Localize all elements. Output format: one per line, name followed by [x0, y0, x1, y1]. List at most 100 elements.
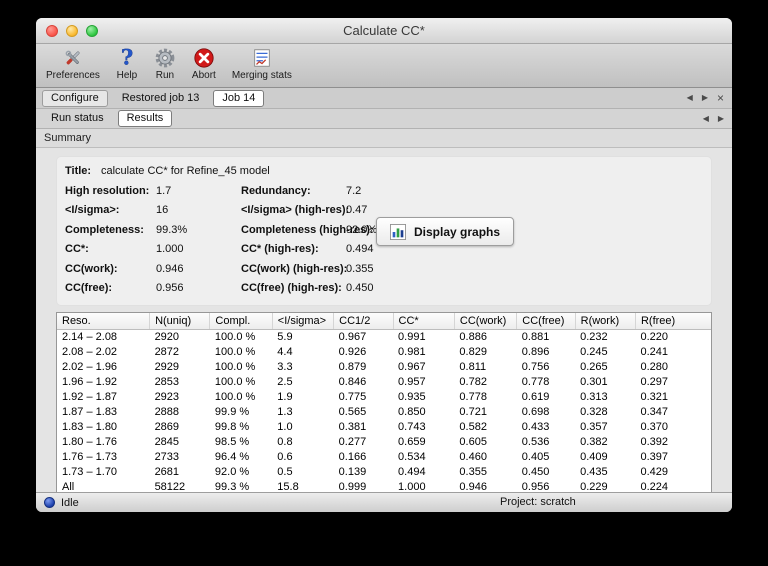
column-header-compl[interactable]: Compl.: [209, 312, 273, 330]
tab-results[interactable]: Results: [117, 110, 173, 127]
zoom-window-button[interactable]: [86, 25, 98, 37]
table-cell: 0.829: [459, 346, 487, 358]
table-row[interactable]: 2.14 – 2.08 2920 100.0 % 5.9 0.967 0.991 0.886…: [57, 330, 711, 346]
project-label: Project: scratch: [500, 496, 576, 508]
table-cell: 0.582: [459, 421, 487, 433]
column-header-r-free[interactable]: R(free): [635, 312, 711, 330]
table-cell: 0.245: [580, 346, 608, 358]
tab-close-icon[interactable]: ×: [717, 92, 724, 104]
toolbar-button-label: Abort: [191, 70, 216, 81]
table-cell: 99.9 %: [214, 406, 250, 418]
table-cell: 1.0: [277, 421, 293, 433]
table-cell: 2845: [154, 436, 180, 448]
table-row[interactable]: 2.08 – 2.02 2872 100.0 % 4.4 0.926 0.981 0.829…: [57, 345, 711, 360]
table-row[interactable]: 1.80 – 1.76 2845 98.5 % 0.8 0.277 0.659 0.605 0…: [57, 435, 711, 450]
view-tabs: Run status Results: [42, 110, 173, 127]
table-cell: 99.3 %: [214, 481, 250, 492]
column-header-cc1-2[interactable]: CC1/2: [333, 312, 394, 330]
tools-icon: [62, 47, 84, 69]
table-cell: 2929: [154, 361, 180, 373]
display-graphs-button[interactable]: Display graphs: [376, 217, 515, 246]
table-row[interactable]: All 58122 99.3 % 15.8 0.999 1.000 0.946 0.956 0.…: [57, 480, 711, 492]
table-cell: 0.957: [398, 376, 426, 388]
summary-label: Completeness:: [65, 223, 144, 236]
column-header-cc-work[interactable]: CC(work): [454, 312, 518, 330]
table-cell: 0.967: [398, 361, 426, 373]
svg-text:?: ?: [121, 47, 133, 69]
summary-value: 1.000: [156, 243, 184, 255]
summary-pane-label: Summary: [44, 132, 92, 144]
summary-label: CC* (high-res):: [241, 243, 319, 255]
table-cell: 0.297: [640, 376, 669, 388]
toolbar-button-label: Run: [155, 70, 175, 81]
close-window-button[interactable]: [46, 25, 58, 37]
summary-label: <I/sigma>:: [65, 204, 120, 216]
table-row[interactable]: 2.02 – 1.96 2929 100.0 % 3.3 0.879 0.967 0.811…: [57, 360, 711, 375]
table-cell: 0.355: [459, 466, 487, 478]
tab-scroll-left-icon[interactable]: ◀: [687, 94, 693, 102]
table-cell: 0.5: [277, 466, 293, 478]
toolbar-button-merging-stats[interactable]: Merging stats: [232, 47, 292, 81]
view-tab-bar: Run status Results ◀ ▶: [36, 109, 732, 129]
summary-value: 0.47: [346, 204, 368, 216]
table-cell: 0.811: [459, 361, 487, 373]
tab-scroll-right-icon[interactable]: ▶: [702, 94, 708, 102]
table-cell: 1.80 – 1.76: [62, 436, 118, 448]
table-cell: 0.328: [580, 406, 608, 418]
toolbar-button-preferences[interactable]: Preferences: [46, 47, 100, 81]
results-table-container: Reso. N(uniq) Compl. <I/sigma> CC1/2 CC* CC(wo…: [56, 311, 712, 492]
table-row[interactable]: 1.76 – 1.73 2733 96.4 % 0.6 0.166 0.534 0.460 0…: [57, 450, 711, 465]
summary-title-row: Title: calculate CC* for Refine_45 model: [57, 162, 711, 182]
table-cell: 0.429: [640, 466, 669, 478]
summary-value: 0.946: [156, 262, 184, 275]
table-cell: 0.659: [398, 436, 426, 448]
toolbar-button-run[interactable]: Run: [154, 47, 176, 81]
job-tab-nav: ◀ ▶ ×: [687, 88, 724, 108]
column-header-n-uniq[interactable]: N(uniq): [149, 312, 211, 330]
column-header-r-work[interactable]: R(work): [575, 312, 636, 330]
table-cell: 0.743: [398, 421, 426, 433]
tab-configure[interactable]: Configure: [42, 89, 108, 107]
toolbar-button-label: Merging stats: [231, 70, 292, 81]
table-cell: 0.536: [521, 436, 550, 448]
table-cell: 0.450: [521, 466, 550, 478]
toolbar-button-help[interactable]: ? Help: [116, 47, 138, 81]
summary-label: <I/sigma> (high-res):: [241, 204, 350, 216]
table-cell: 0.999: [338, 481, 367, 492]
table-cell: 0.321: [640, 391, 669, 403]
minimize-window-button[interactable]: [66, 25, 78, 37]
tab-job-14[interactable]: Job 14: [213, 89, 265, 107]
summary-pane-header[interactable]: Summary: [36, 129, 732, 148]
table-cell: 0.280: [640, 361, 669, 373]
table-cell: 2.14 – 2.08: [62, 331, 118, 343]
table-row[interactable]: 1.73 – 1.70 2681 92.0 % 0.5 0.139 0.494 0.355 0…: [57, 465, 711, 480]
column-header-cc-free[interactable]: CC(free): [516, 312, 576, 330]
summary-value: 0.956: [156, 282, 184, 294]
table-cell: 58122: [154, 481, 186, 492]
table-cell: 0.8: [277, 436, 293, 448]
column-header-cc[interactable]: CC*: [393, 312, 455, 330]
window-title: Calculate CC*: [343, 23, 425, 38]
table-cell: 1.9: [277, 391, 293, 403]
app-window: Calculate CC* Preferences ? Help Run Abort Me…: [36, 18, 732, 512]
summary-panel: Title: calculate CC* for Refine_45 model…: [56, 156, 712, 306]
toolbar-button-abort[interactable]: Abort: [192, 47, 216, 81]
table-row[interactable]: 1.92 – 1.87 2923 100.0 % 1.9 0.775 0.935 0.778…: [57, 390, 711, 405]
column-header-i-sigma[interactable]: <I/sigma>: [272, 312, 335, 330]
status-indicator-icon: [44, 497, 55, 508]
title-bar[interactable]: Calculate CC*: [36, 18, 732, 44]
tab-restored-job-13[interactable]: Restored job 13: [113, 90, 209, 107]
table-row[interactable]: 1.87 – 1.83 2888 99.9 % 1.3 0.565 0.850 0.721 0…: [57, 405, 711, 420]
table-row[interactable]: 1.96 – 1.92 2853 100.0 % 2.5 0.846 0.957 0.782…: [57, 375, 711, 390]
table-cell: 0.265: [580, 361, 608, 373]
table-row[interactable]: 1.83 – 1.80 2869 99.8 % 1.0 0.381 0.743 0.582 0…: [57, 420, 711, 435]
tab-run-status[interactable]: Run status: [42, 110, 113, 127]
table-cell: 2923: [154, 391, 180, 403]
summary-value: 0.494: [346, 243, 374, 255]
table-cell: 0.460: [459, 451, 487, 463]
table-cell: 0.277: [338, 436, 367, 448]
view-tab-scroll-left-icon[interactable]: ◀: [703, 114, 709, 123]
view-tab-scroll-right-icon[interactable]: ▶: [718, 114, 724, 123]
column-header-reso[interactable]: Reso.: [57, 312, 151, 330]
job-tab-bar: Configure Restored job 13 Job 14 ◀ ▶ ×: [36, 88, 732, 109]
